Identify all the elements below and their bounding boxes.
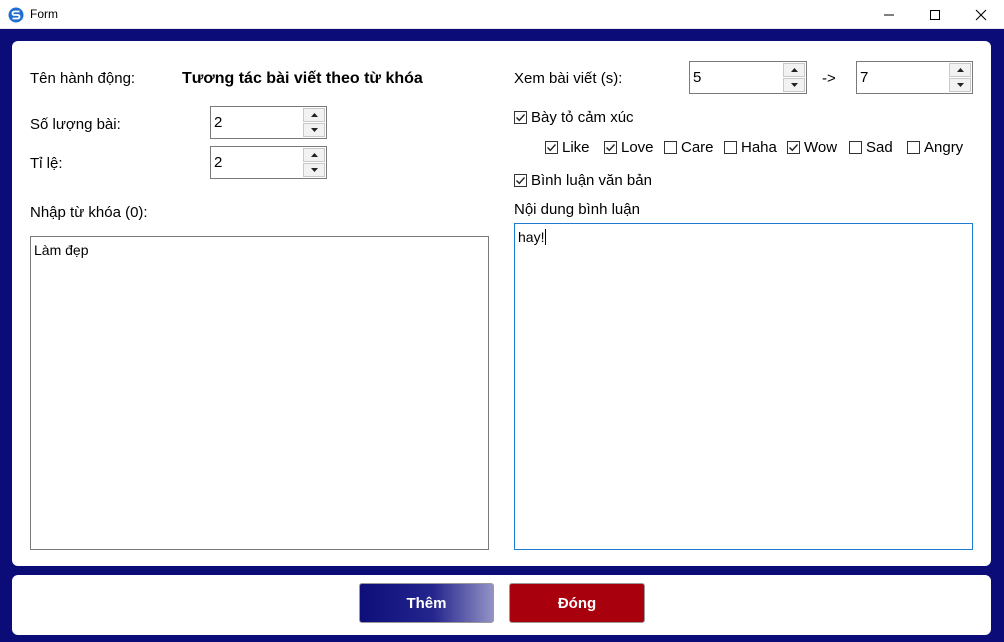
check-mark-icon: [789, 144, 799, 152]
post-count-stepper[interactable]: 2: [210, 106, 327, 139]
reaction-wow-label: Wow: [804, 139, 838, 156]
reaction-like-label: Like: [562, 139, 590, 156]
reaction-haha-checkbox[interactable]: Haha: [724, 139, 777, 156]
keywords-text: Làm đẹp: [34, 242, 89, 258]
ratio-down-button[interactable]: [303, 163, 325, 177]
comment-content-textarea[interactable]: hay!: [514, 223, 973, 550]
maximize-icon: [930, 9, 940, 20]
view-time-from-up-button[interactable]: [783, 63, 805, 77]
reaction-love-label: Love: [621, 139, 654, 156]
reaction-angry-label: Angry: [924, 139, 964, 156]
reaction-care-label: Care: [681, 139, 714, 156]
reaction-wow-checkbox[interactable]: Wow: [787, 139, 837, 156]
view-time-to-value: 7: [860, 69, 869, 86]
keywords-label: Nhập từ khóa (0):: [30, 204, 148, 221]
view-time-separator: ->: [822, 70, 836, 87]
view-time-to-down-button[interactable]: [949, 78, 971, 92]
ratio-up-button[interactable]: [303, 148, 325, 162]
minimize-button[interactable]: [866, 0, 912, 29]
reaction-care-checkbox[interactable]: Care: [664, 139, 714, 156]
reaction-love-checkbox[interactable]: Love: [604, 139, 654, 156]
checkbox-box: [545, 141, 558, 154]
window-title: Form: [30, 7, 58, 21]
view-time-label: Xem bài viết (s):: [514, 70, 623, 87]
maximize-button[interactable]: [912, 0, 958, 29]
checkbox-box: [664, 141, 677, 154]
window-close-button[interactable]: [958, 0, 1004, 29]
check-mark-icon: [547, 144, 557, 152]
post-count-value: 2: [214, 114, 223, 131]
check-mark-icon: [516, 177, 526, 185]
arrow-down-icon: [956, 83, 964, 87]
reaction-haha-label: Haha: [741, 139, 777, 156]
check-mark-icon: [516, 114, 526, 122]
checkbox-box: [514, 174, 527, 187]
close-button[interactable]: Đóng: [509, 583, 645, 623]
comment-content-text: hay!: [518, 229, 545, 245]
view-time-to-stepper[interactable]: 7: [856, 61, 973, 94]
checkbox-box: [849, 141, 862, 154]
reaction-like-checkbox[interactable]: Like: [545, 139, 590, 156]
reaction-sad-checkbox[interactable]: Sad: [849, 139, 893, 156]
reaction-angry-checkbox[interactable]: Angry: [907, 139, 963, 156]
arrow-up-icon: [956, 68, 964, 72]
ratio-stepper[interactable]: 2: [210, 146, 327, 179]
express-emotion-label: Bày tỏ cảm xúc: [531, 109, 634, 126]
ratio-value: 2: [214, 154, 223, 171]
post-count-down-button[interactable]: [303, 123, 325, 137]
post-count-label: Số lượng bài:: [30, 116, 121, 133]
arrow-down-icon: [790, 83, 798, 87]
view-time-from-stepper[interactable]: 5: [689, 61, 807, 94]
checkbox-box: [514, 111, 527, 124]
button-panel: [12, 575, 991, 635]
arrow-up-icon: [310, 113, 318, 117]
ratio-label: Tỉ lệ:: [30, 155, 63, 172]
text-comment-checkbox[interactable]: Bình luận văn bản: [514, 172, 652, 189]
checkbox-box: [604, 141, 617, 154]
action-name-value: Tương tác bài viết theo từ khóa: [182, 70, 423, 87]
view-time-from-value: 5: [693, 69, 702, 86]
arrow-up-icon: [790, 68, 798, 72]
reaction-sad-label: Sad: [866, 139, 893, 156]
checkbox-box: [724, 141, 737, 154]
check-mark-icon: [606, 144, 616, 152]
arrow-down-icon: [310, 168, 318, 172]
checkbox-box: [907, 141, 920, 154]
close-icon: [975, 9, 987, 20]
comment-content-label: Nội dung bình luận: [514, 201, 640, 218]
view-time-to-up-button[interactable]: [949, 63, 971, 77]
arrow-down-icon: [310, 128, 318, 132]
text-comment-label: Bình luận văn bản: [531, 172, 652, 189]
app-logo-icon: [8, 7, 24, 23]
minimize-icon: [884, 14, 894, 15]
title-bar: Form: [0, 0, 1004, 29]
checkbox-box: [787, 141, 800, 154]
add-button[interactable]: Thêm: [359, 583, 494, 623]
view-time-from-down-button[interactable]: [783, 78, 805, 92]
action-name-label: Tên hành động:: [30, 70, 136, 87]
keywords-textarea[interactable]: Làm đẹp: [30, 236, 489, 550]
post-count-up-button[interactable]: [303, 108, 325, 122]
arrow-up-icon: [310, 153, 318, 157]
express-emotion-checkbox[interactable]: Bày tỏ cảm xúc: [514, 109, 634, 126]
text-caret: [545, 229, 547, 245]
